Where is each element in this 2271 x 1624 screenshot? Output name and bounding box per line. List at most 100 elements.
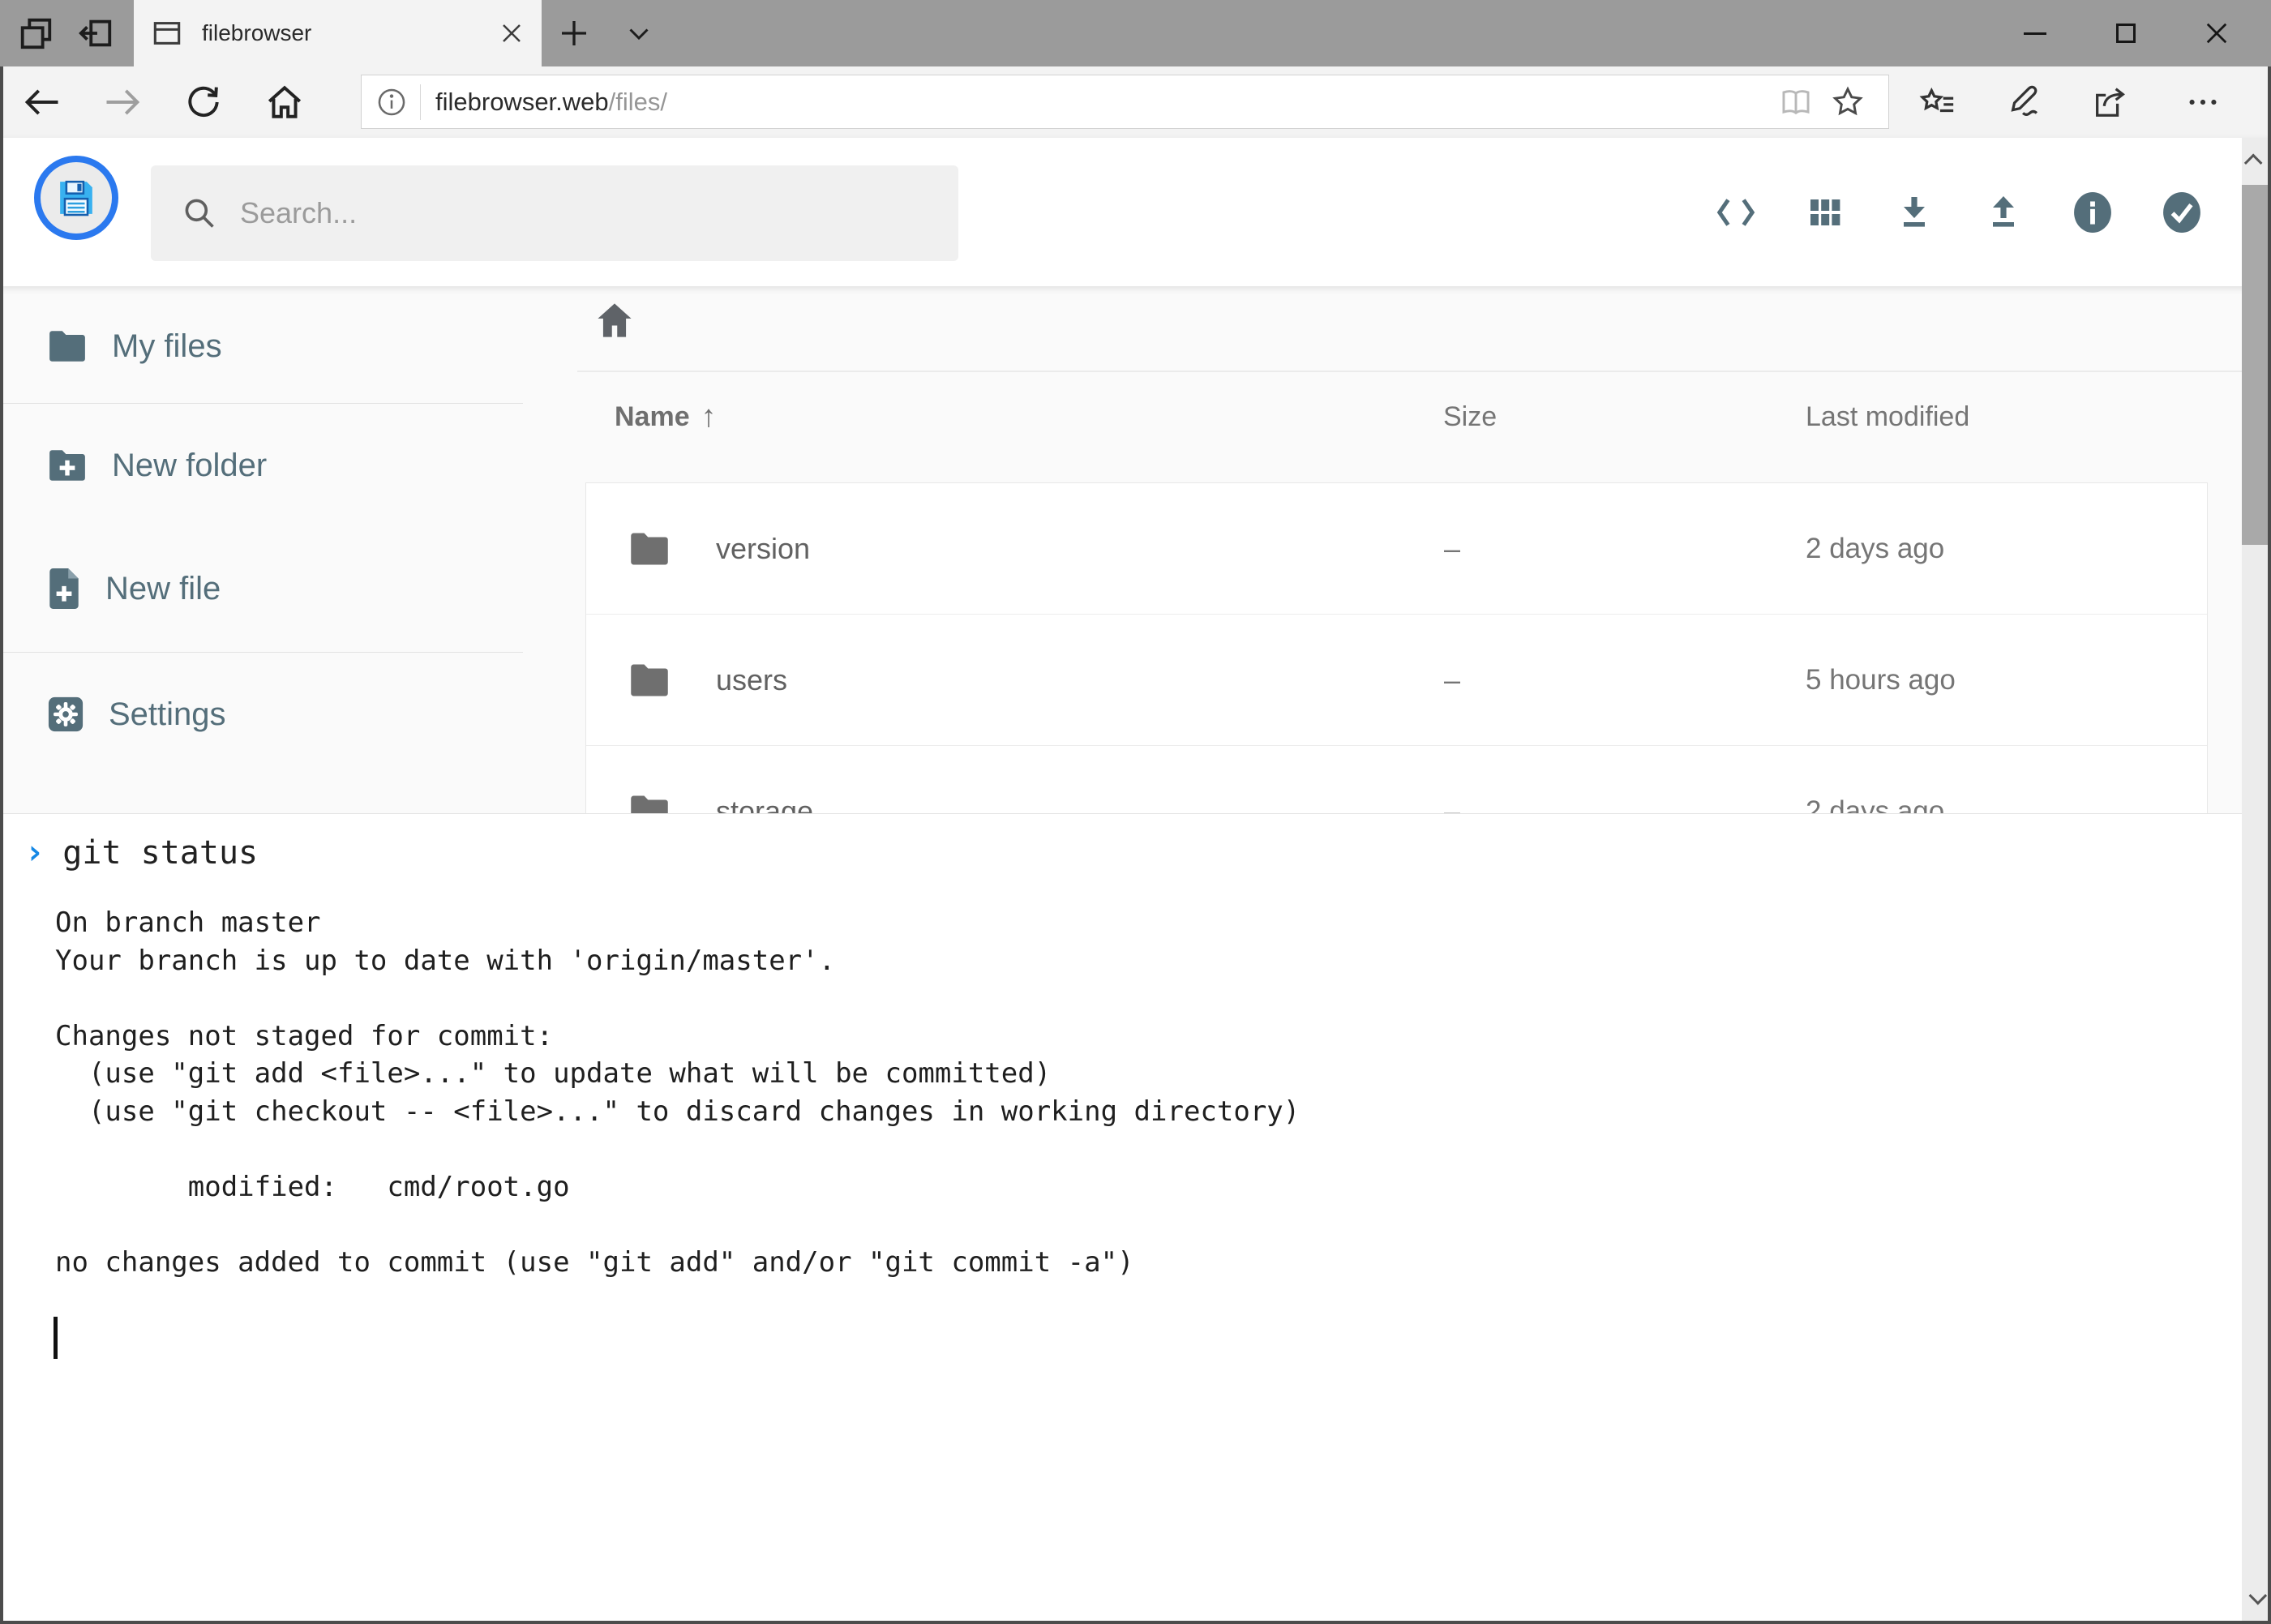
- back-button[interactable]: [16, 66, 68, 138]
- raw-code-button[interactable]: [1716, 188, 1756, 237]
- url-path: /files/: [609, 88, 667, 116]
- sidebar-label: Settings: [109, 696, 226, 733]
- sidebar-label: New file: [105, 571, 221, 607]
- add-favorite-button[interactable]: [1822, 76, 1874, 128]
- refresh-button[interactable]: [178, 66, 229, 138]
- sidebar-item-new-folder[interactable]: New folder: [0, 430, 523, 501]
- new-tab-button[interactable]: [545, 0, 603, 66]
- forward-button[interactable]: [96, 66, 148, 138]
- tab-list-dropdown-button[interactable]: [610, 0, 668, 66]
- terminal-panel[interactable]: › git status On branch master Your branc…: [0, 813, 2271, 1624]
- tab-previews-icon: [17, 15, 54, 52]
- pen-icon: [2006, 84, 2043, 121]
- file-size: –: [1444, 663, 1460, 697]
- listing-header: Name ↑ Size Last modified: [585, 400, 2207, 448]
- home-button[interactable]: [259, 66, 311, 138]
- folder-icon: [628, 662, 671, 699]
- settings-more-button[interactable]: [2170, 66, 2235, 138]
- scroll-down-button[interactable]: [2242, 1575, 2269, 1621]
- file-name: users: [716, 663, 787, 697]
- set-tabs-aside-button[interactable]: [66, 0, 125, 66]
- tab-favicon: [152, 19, 182, 47]
- new-tab-icon: [558, 17, 590, 49]
- minimize-button[interactable]: [1990, 0, 2080, 66]
- browser-window: filebrowser: [0, 0, 2271, 1624]
- window-border-left: [0, 66, 3, 1624]
- window-border-bottom: [0, 1621, 2271, 1624]
- url-divider: [420, 84, 421, 120]
- favorites-hub-button[interactable]: [1905, 66, 1970, 138]
- file-modified: 2 days ago: [1806, 533, 1944, 565]
- close-window-button[interactable]: [2171, 0, 2262, 66]
- grid-view-button[interactable]: [1805, 188, 1845, 237]
- settings-gear-icon: [47, 696, 84, 733]
- forward-icon: [101, 81, 144, 123]
- tab-filebrowser[interactable]: filebrowser: [134, 0, 542, 66]
- floppy-disk-icon: [54, 175, 99, 221]
- maximize-button[interactable]: [2080, 0, 2171, 66]
- home-icon: [264, 82, 305, 122]
- new-file-icon: [47, 568, 81, 609]
- column-header-name[interactable]: Name ↑: [615, 400, 717, 435]
- url-input[interactable]: filebrowser.web/files/: [361, 75, 1889, 129]
- sidebar-divider: [0, 403, 523, 404]
- code-brackets-icon: [1716, 195, 1756, 230]
- scroll-up-button[interactable]: [2242, 138, 2269, 183]
- tab-title: filebrowser: [202, 20, 499, 46]
- sidebar-label: My files: [112, 328, 222, 365]
- column-header-size[interactable]: Size: [1443, 401, 1497, 433]
- terminal-output: On branch master Your branch is up to da…: [55, 904, 2271, 1281]
- app-logo[interactable]: [34, 156, 118, 240]
- url-host: filebrowser.web: [435, 88, 609, 116]
- terminal-prompt-icon: ›: [24, 832, 45, 872]
- sidebar-item-new-file[interactable]: New file: [0, 553, 523, 624]
- upload-button[interactable]: [1983, 188, 2024, 237]
- vertical-scrollbar[interactable]: [2242, 138, 2269, 1624]
- back-icon: [21, 81, 63, 123]
- file-row-version[interactable]: version – 2 days ago: [586, 483, 2207, 615]
- more-dots-icon: [2184, 84, 2222, 121]
- grid-view-icon: [1806, 193, 1845, 232]
- sidebar-item-settings[interactable]: Settings: [0, 679, 523, 750]
- file-name: version: [716, 532, 810, 566]
- breadcrumb-home-icon: [593, 299, 636, 341]
- content-divider: [577, 371, 2242, 372]
- folder-icon: [47, 328, 88, 364]
- maximize-icon: [2116, 24, 2136, 43]
- scrollbar-thumb[interactable]: [2242, 185, 2269, 545]
- window-border-right: [2268, 66, 2271, 1624]
- check-circle-icon: [2162, 190, 2202, 235]
- sidebar-item-my-files[interactable]: My files: [0, 311, 523, 382]
- set-tabs-aside-icon: [77, 15, 114, 52]
- folder-icon: [628, 530, 671, 568]
- show-tab-previews-button[interactable]: [6, 0, 65, 66]
- web-note-button[interactable]: [1992, 66, 2057, 138]
- sort-ascending-icon: ↑: [701, 400, 717, 435]
- column-header-modified[interactable]: Last modified: [1806, 401, 1969, 433]
- tab-bar: filebrowser: [0, 0, 2271, 66]
- scroll-down-icon: [2248, 1587, 2267, 1605]
- search-bar[interactable]: [151, 165, 958, 261]
- reading-view-button[interactable]: [1770, 76, 1822, 128]
- download-button[interactable]: [1894, 188, 1935, 237]
- refresh-icon: [183, 82, 224, 122]
- terminal-command-line: › git status: [24, 832, 2271, 872]
- share-button[interactable]: [2077, 66, 2142, 138]
- select-multiple-button[interactable]: [2162, 188, 2202, 237]
- terminal-command: git status: [62, 834, 258, 872]
- close-tab-icon[interactable]: [499, 21, 524, 45]
- address-bar: filebrowser.web/files/: [0, 66, 2271, 138]
- info-icon: [2072, 190, 2113, 235]
- minimize-icon: [2024, 32, 2046, 35]
- file-row-users[interactable]: users – 5 hours ago: [586, 615, 2207, 746]
- share-icon: [2091, 84, 2128, 121]
- site-info-icon[interactable]: [376, 87, 407, 118]
- search-input[interactable]: [240, 196, 947, 230]
- file-size: –: [1444, 532, 1460, 566]
- info-button[interactable]: [2072, 188, 2113, 237]
- app-header: [0, 138, 2271, 286]
- search-icon: [182, 195, 217, 231]
- breadcrumb-home-button[interactable]: [592, 298, 637, 343]
- terminal-cursor: [54, 1317, 58, 1359]
- new-folder-icon: [47, 448, 88, 483]
